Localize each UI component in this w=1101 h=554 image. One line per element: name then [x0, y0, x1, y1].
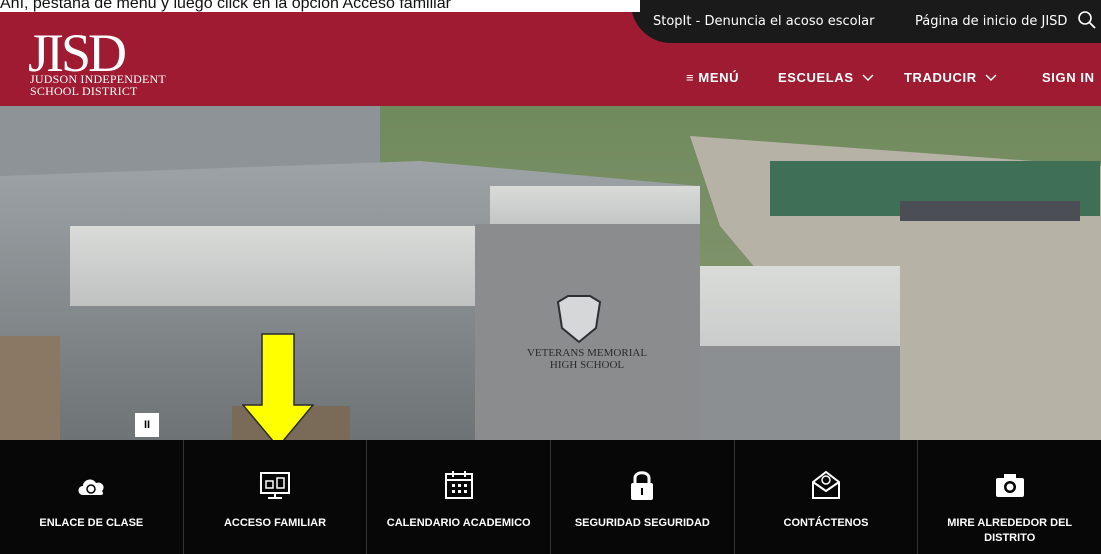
calendar-icon — [444, 471, 473, 499]
tile-safety[interactable]: SEGURIDAD SEGURIDAD — [550, 440, 734, 554]
instruction-text: Ahí, pestaña de menú y luego click en la… — [0, 0, 640, 12]
tile-label: MIRE ALREDEDOR DEL DISTRITO — [947, 517, 1073, 544]
school-aerial-photo: VETERANS MEMORIAL HIGH SCHOOL — [0, 106, 1101, 440]
pause-button[interactable]: II — [135, 413, 159, 437]
cloud-link-icon — [78, 479, 104, 495]
tile-label: ENLACE DE CLASE — [39, 517, 144, 529]
stopit-link[interactable]: StopIt - Denuncia el acoso escolar — [653, 14, 875, 29]
chevron-down-icon — [862, 74, 874, 81]
tile-label: ACCESO FAMILIAR — [223, 517, 327, 529]
hero-image: VETERANS MEMORIAL HIGH SCHOOL — [0, 106, 1101, 440]
logo-line-2: SCHOOL DISTRICT — [30, 84, 138, 98]
tile-look-around-district[interactable]: MIRE ALREDEDOR DEL DISTRITO — [917, 440, 1101, 554]
schools-label: ESCUELAS — [778, 70, 854, 85]
sign-in-link[interactable]: SIGN IN — [1042, 70, 1095, 85]
tile-contact-us[interactable]: CONTÁCTENOS — [733, 440, 918, 554]
tile-class-link[interactable]: ENLACE DE CLASE — [0, 440, 183, 554]
chevron-down-icon — [985, 74, 997, 81]
tile-label: SEGURIDAD SEGURIDAD — [574, 517, 710, 529]
tile-label: CALENDARIO ACADEMICO — [386, 517, 531, 529]
translate-dropdown[interactable]: TRADUCIR — [904, 70, 997, 85]
menu-button[interactable]: ≡ MENÚ — [686, 70, 739, 85]
translate-label: TRADUCIR — [904, 70, 977, 85]
jisd-home-link[interactable]: Página de inicio de JISD — [915, 14, 1067, 29]
tile-label: CONTÁCTENOS — [783, 517, 869, 529]
tile-academic-calendar[interactable]: CALENDARIO ACADEMICO — [366, 440, 550, 554]
search-icon[interactable] — [1077, 10, 1097, 30]
yellow-arrow-annotation — [242, 333, 314, 449]
lock-icon — [631, 471, 654, 500]
site-header: StopIt - Denuncia el acoso escolar Págin… — [0, 0, 1101, 106]
schools-dropdown[interactable]: ESCUELAS — [778, 70, 874, 85]
utility-bar: StopIt - Denuncia el acoso escolar Págin… — [631, 0, 1101, 43]
mail-icon — [812, 470, 841, 499]
computer-icon — [260, 472, 290, 499]
tile-family-access[interactable]: ACCESO FAMILIAR — [182, 440, 367, 554]
school-sign-line-2: HIGH SCHOOL — [550, 359, 625, 371]
jisd-logo[interactable]: JISD JUDSON INDEPENDENT SCHOOL DISTRICT — [10, 14, 210, 104]
quick-links-bar: ENLACE DE CLASE ACCESO FAMILIAR CALENDAR… — [0, 440, 1101, 554]
school-sign-line-1: VETERANS MEMORIAL — [527, 347, 647, 359]
camera-icon — [995, 474, 1024, 497]
